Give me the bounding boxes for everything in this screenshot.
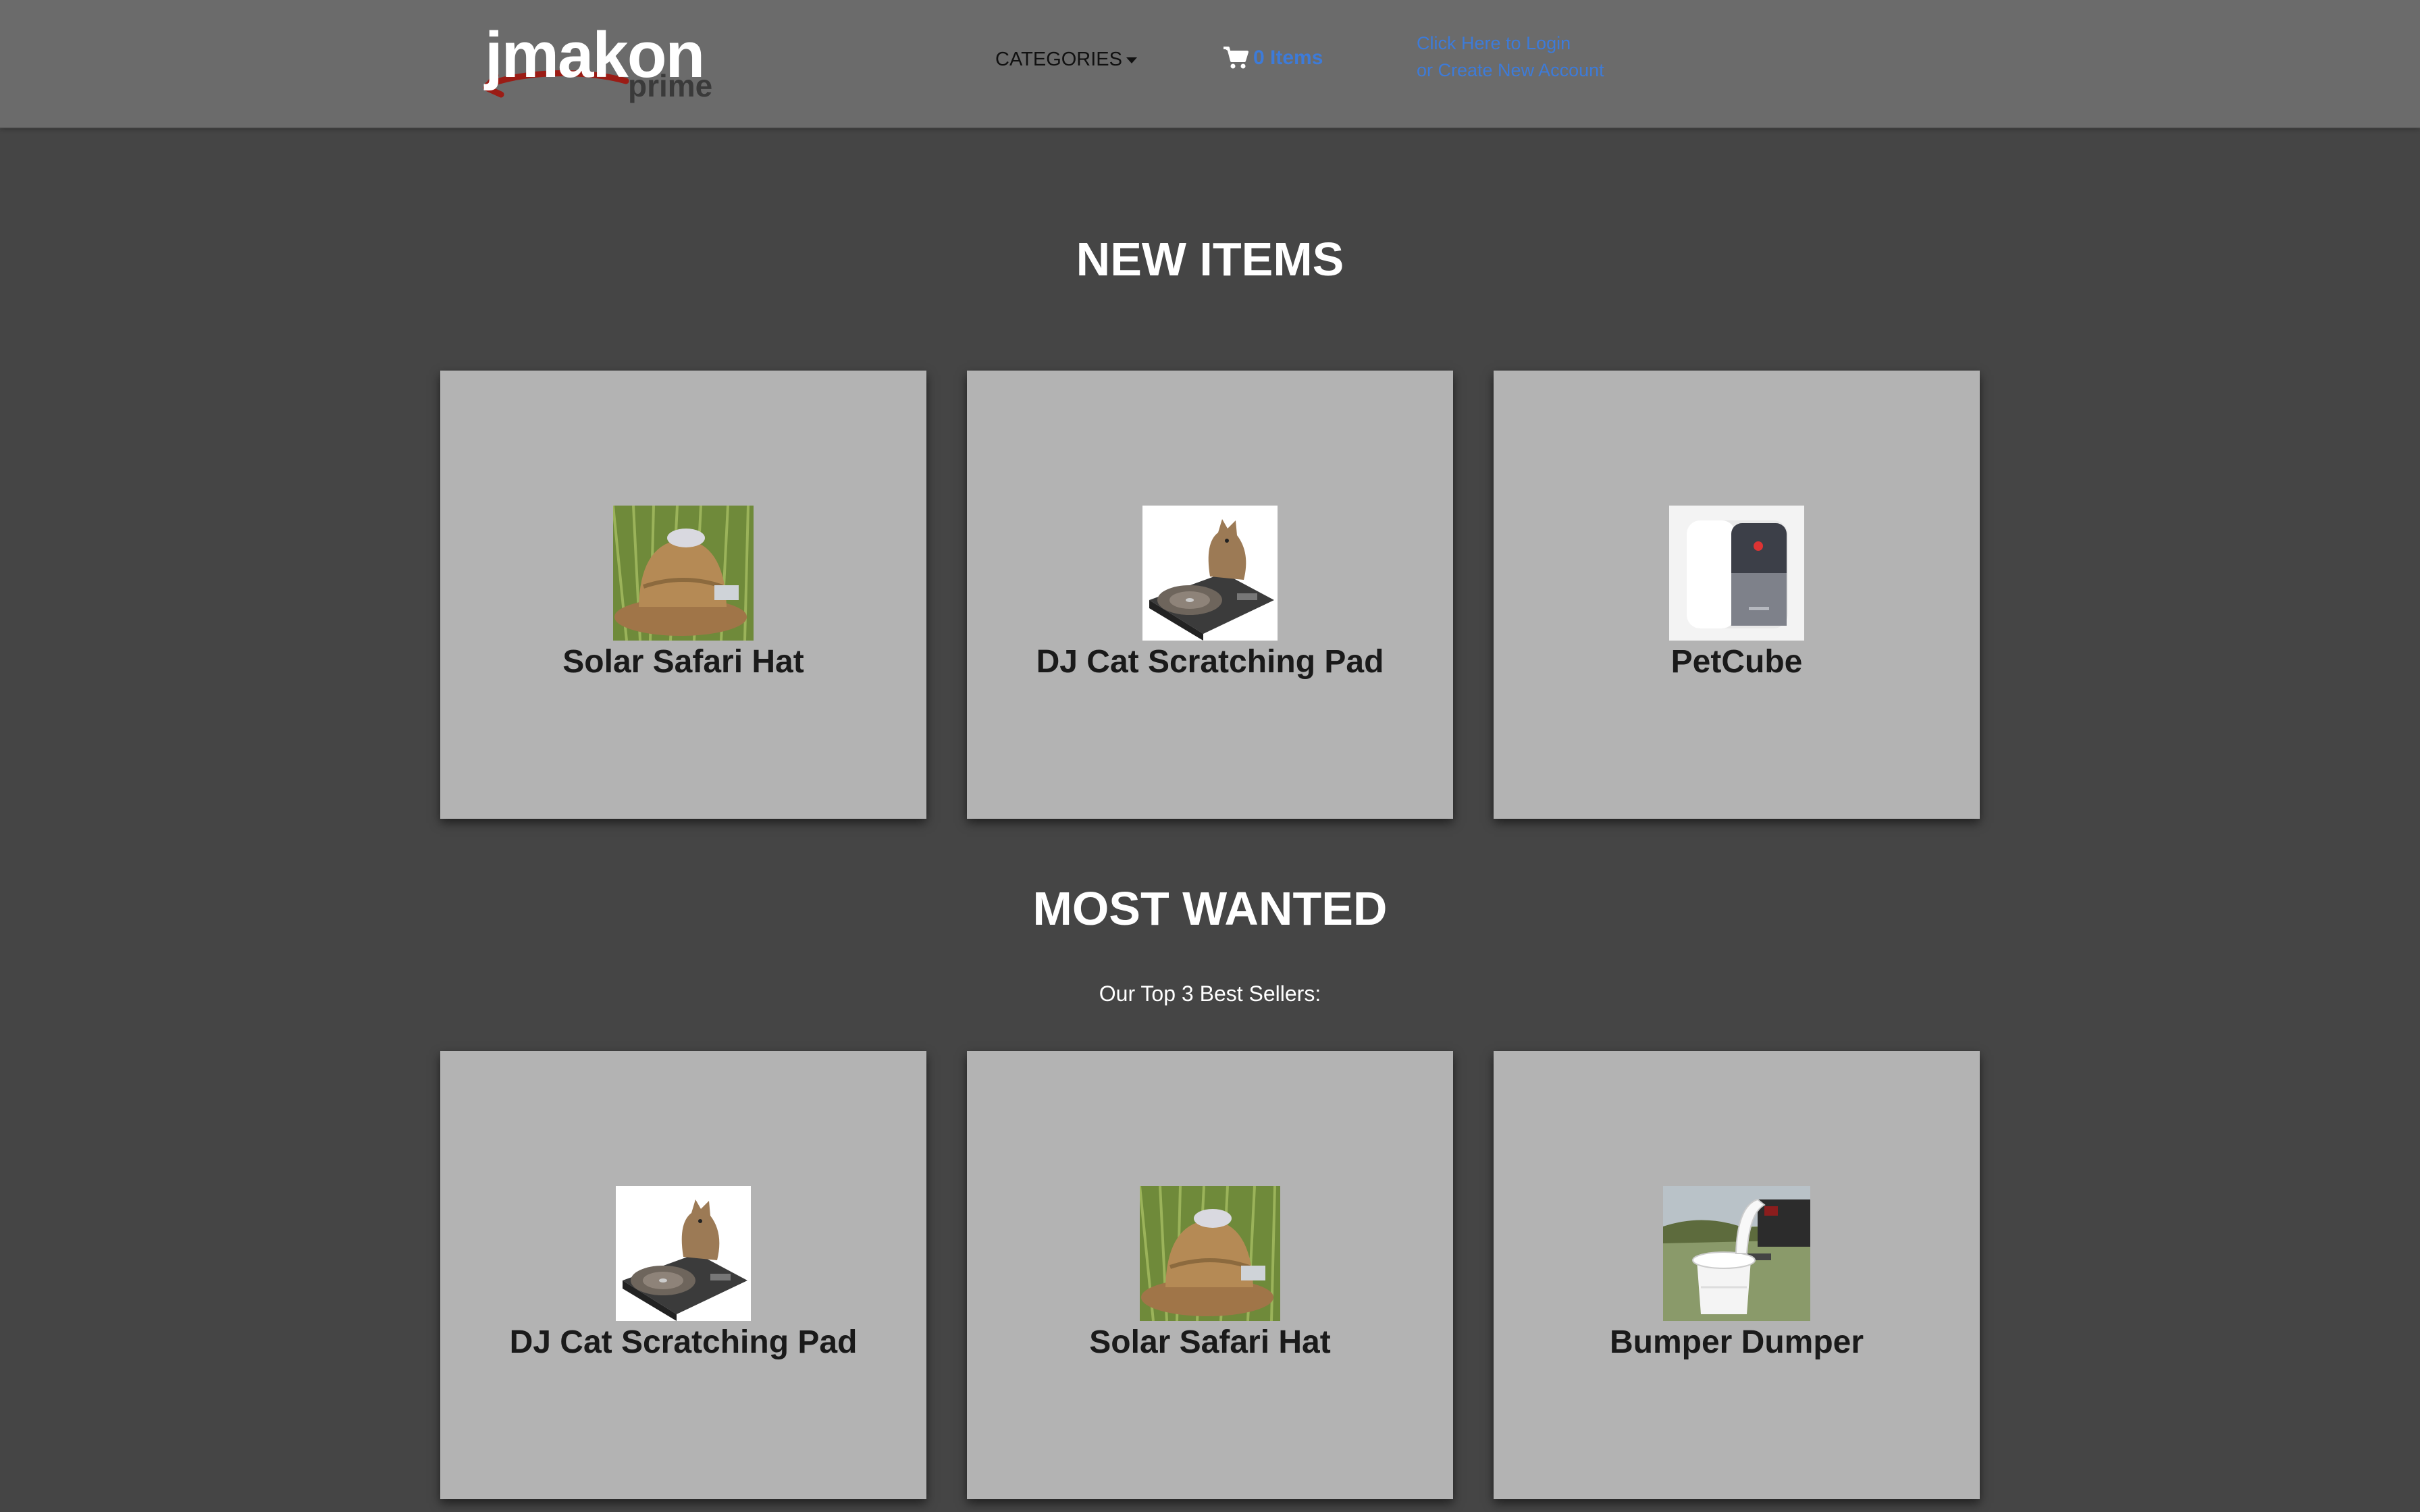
cart-count-label: 0 Items xyxy=(1253,47,1323,69)
product-title: PetCube xyxy=(1671,644,1803,680)
product-card[interactable]: Solar Safari Hat xyxy=(440,371,926,819)
product-title: Bumper Dumper xyxy=(1609,1324,1864,1360)
safari-hat-image xyxy=(1140,1186,1280,1321)
create-account-link[interactable]: or Create New Account xyxy=(1417,57,1604,84)
product-title: Solar Safari Hat xyxy=(562,644,804,680)
dj-cat-image xyxy=(616,1186,751,1321)
cart-link[interactable]: 0 Items xyxy=(1222,46,1323,70)
product-card[interactable]: DJ Cat Scratching Pad xyxy=(440,1051,926,1499)
site-logo[interactable]: jmakon prime xyxy=(481,19,724,113)
product-title: Solar Safari Hat xyxy=(1089,1324,1331,1360)
dj-cat-image xyxy=(1142,506,1278,641)
product-card[interactable]: DJ Cat Scratching Pad xyxy=(967,371,1453,819)
bumper-dumper-image xyxy=(1663,1186,1810,1321)
logo-subtext: prime xyxy=(628,68,713,103)
shopping-cart-icon xyxy=(1224,47,1248,69)
login-link[interactable]: Click Here to Login xyxy=(1417,30,1604,57)
most-wanted-subtitle: Our Top 3 Best Sellers: xyxy=(1099,981,1321,1006)
product-card[interactable]: Solar Safari Hat xyxy=(967,1051,1453,1499)
top-navbar: jmakon prime CATEGORIES 0 Items Click He… xyxy=(0,0,2420,128)
new-items-heading: NEW ITEMS xyxy=(1076,233,1344,286)
safari-hat-image xyxy=(613,506,754,641)
categories-dropdown[interactable]: CATEGORIES xyxy=(995,49,1137,71)
categories-label: CATEGORIES xyxy=(995,49,1122,70)
most-wanted-heading: MOST WANTED xyxy=(1032,882,1388,935)
product-title: DJ Cat Scratching Pad xyxy=(509,1324,858,1360)
login-links: Click Here to Login or Create New Accoun… xyxy=(1417,30,1604,84)
product-card[interactable]: PetCube xyxy=(1494,371,1980,819)
product-card[interactable]: Bumper Dumper xyxy=(1494,1051,1980,1499)
petcube-image xyxy=(1669,506,1804,641)
caret-down-icon xyxy=(1126,57,1137,63)
product-title: DJ Cat Scratching Pad xyxy=(1036,644,1384,680)
